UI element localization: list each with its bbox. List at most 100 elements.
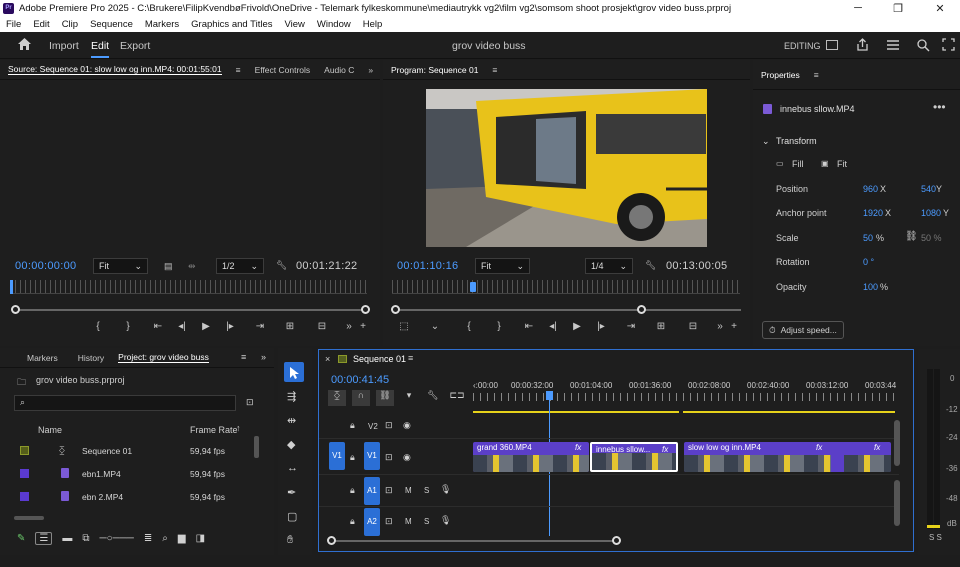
mute-button[interactable]: M bbox=[405, 486, 412, 495]
timeline-zoom-handle-right[interactable] bbox=[612, 536, 621, 545]
mark-out-icon[interactable]: } bbox=[110, 321, 146, 332]
insert-clip-icon[interactable]: ⊞ bbox=[278, 321, 302, 332]
more-tabs-icon[interactable]: » bbox=[261, 352, 266, 362]
hand-tool-icon[interactable]: ✋︎ bbox=[287, 534, 293, 547]
play-icon[interactable]: ▶ bbox=[565, 321, 589, 332]
snap-icon[interactable]: ∩ bbox=[352, 390, 370, 406]
share-icon[interactable] bbox=[856, 38, 869, 51]
list-item[interactable]: ebn1.MP4 59,94 fps bbox=[0, 463, 258, 486]
label-color-swatch[interactable] bbox=[20, 492, 29, 501]
new-bin-icon[interactable]: ▆ bbox=[178, 533, 186, 544]
timeline-timecode[interactable]: 00:00:41:45 bbox=[331, 374, 389, 386]
fit-icon[interactable]: ▣ bbox=[821, 159, 829, 168]
meter-solo-buttons[interactable]: S S bbox=[929, 533, 942, 542]
program-video-frame[interactable] bbox=[426, 89, 707, 247]
wrench-icon[interactable]: 🔧︎ bbox=[276, 260, 287, 271]
timeline-zoom-handle-left[interactable] bbox=[327, 536, 336, 545]
project-menu-icon[interactable]: ≡ bbox=[241, 352, 246, 362]
video-tracks-scrollbar[interactable] bbox=[894, 420, 900, 466]
track-a2-label[interactable]: A2 bbox=[364, 508, 380, 536]
go-to-in-icon[interactable]: ⇤ bbox=[146, 321, 170, 332]
safe-margins-icon[interactable]: ⬚ bbox=[395, 321, 413, 332]
sort-arrow-icon[interactable]: ↑ bbox=[236, 423, 241, 433]
search-help-icon[interactable] bbox=[916, 38, 930, 52]
fill-icon[interactable]: ▭ bbox=[776, 159, 784, 168]
slip-tool-icon[interactable]: ↔ bbox=[287, 462, 298, 474]
settings-toggle-icon[interactable]: ▤ bbox=[164, 261, 173, 272]
vertical-scrollbar[interactable] bbox=[254, 436, 259, 458]
scale-value[interactable]: 50 bbox=[863, 233, 873, 243]
track-select-tool-icon[interactable]: ⇶ bbox=[287, 390, 296, 403]
add-button-icon[interactable]: + bbox=[356, 321, 370, 332]
home-icon[interactable] bbox=[17, 37, 32, 51]
timeline-clip[interactable]: grand 360.MP4 fx bbox=[473, 442, 589, 472]
linked-selection-icon[interactable]: ⛓ bbox=[376, 390, 394, 406]
lock-icon[interactable]: 🔒︎ bbox=[350, 516, 355, 527]
program-zoom-bar[interactable] bbox=[395, 309, 741, 311]
project-search-input[interactable]: ⌕ bbox=[14, 395, 236, 411]
timeline-clip[interactable]: slow low og inn.MP4 fx fx bbox=[684, 442, 891, 472]
program-menu-icon[interactable]: ≡ bbox=[492, 65, 497, 75]
add-marker-icon[interactable]: ▾ bbox=[400, 390, 418, 406]
sync-lock-icon[interactable]: ⊡ bbox=[385, 516, 393, 527]
pen-tool-icon[interactable]: ✒ bbox=[287, 486, 296, 499]
microphone-icon[interactable]: 🎙︎ bbox=[440, 515, 451, 526]
link-icon[interactable]: ⛓︎ bbox=[905, 231, 918, 242]
ripple-edit-tool-icon[interactable]: ⇹ bbox=[287, 414, 296, 427]
program-timecode[interactable]: 00:01:10:16 bbox=[397, 260, 458, 272]
program-fit-select[interactable]: Fit ⌄ bbox=[475, 258, 530, 274]
wrench-icon[interactable]: 🔧︎ bbox=[424, 390, 442, 406]
program-zoom-handle-right[interactable] bbox=[637, 305, 646, 314]
fullscreen-icon[interactable] bbox=[942, 38, 955, 51]
close-sequence-icon[interactable]: × bbox=[325, 354, 330, 364]
tab-properties[interactable]: Properties bbox=[761, 70, 800, 80]
solo-button[interactable]: S bbox=[424, 517, 429, 526]
label-color-swatch[interactable] bbox=[20, 446, 29, 455]
program-resolution-select[interactable]: 1/4 ⌄ bbox=[585, 258, 633, 274]
go-to-out-icon[interactable]: ⇥ bbox=[242, 321, 278, 332]
selection-tool-icon[interactable] bbox=[284, 362, 304, 382]
list-item[interactable]: ⧰ Sequence 01 59,94 fps bbox=[0, 440, 258, 463]
minimize-icon[interactable]: ─ bbox=[838, 0, 878, 16]
list-item[interactable]: ebn 2.MP4 59,94 fps bbox=[0, 486, 258, 509]
sync-lock-icon[interactable]: ⊡ bbox=[385, 452, 393, 463]
edit-tab[interactable]: Edit bbox=[91, 40, 110, 58]
more-tabs-icon[interactable]: » bbox=[368, 65, 373, 75]
sync-lock-icon[interactable]: ⊡ bbox=[385, 485, 393, 496]
extract-icon[interactable]: ⊟ bbox=[673, 321, 713, 332]
program-playhead[interactable] bbox=[470, 282, 476, 292]
go-to-in-icon[interactable]: ⇤ bbox=[517, 321, 541, 332]
new-bin-icon[interactable]: ⊡ bbox=[246, 397, 254, 408]
mark-in-icon[interactable]: { bbox=[457, 321, 481, 332]
lock-icon[interactable]: 🔒︎ bbox=[350, 420, 355, 431]
fit-button[interactable]: Fit bbox=[837, 159, 847, 169]
freeform-view-icon[interactable]: ⧉ bbox=[82, 533, 89, 544]
menu-clip[interactable]: Clip bbox=[62, 19, 78, 30]
sync-lock-icon[interactable]: ⊡ bbox=[385, 420, 393, 431]
tab-markers[interactable]: Markers bbox=[27, 353, 58, 363]
track-v2-label[interactable]: V2 bbox=[368, 422, 378, 431]
step-back-icon[interactable]: ◂| bbox=[541, 321, 565, 332]
close-icon[interactable]: ✕ bbox=[920, 0, 960, 16]
panel-layout-icon[interactable] bbox=[826, 40, 838, 50]
timeline-zoom-bar[interactable] bbox=[332, 540, 619, 542]
eye-icon[interactable]: ◉ bbox=[403, 420, 411, 431]
source-zoom-bar[interactable] bbox=[15, 309, 366, 311]
tab-source[interactable]: Source: Sequence 01: slow low og inn.MP4… bbox=[8, 64, 222, 75]
properties-menu-icon[interactable]: ≡ bbox=[814, 70, 819, 80]
source-zoom-handle-right[interactable] bbox=[361, 305, 370, 314]
sort-icon[interactable]: ≣ bbox=[144, 533, 152, 544]
export-tab[interactable]: Export bbox=[120, 40, 150, 52]
lift-icon[interactable]: ⊞ bbox=[649, 321, 673, 332]
mark-out-icon[interactable]: } bbox=[481, 321, 517, 332]
source-time-ruler[interactable] bbox=[10, 280, 367, 294]
captions-icon[interactable]: ⊏⊐ bbox=[448, 390, 466, 406]
work-area-bar[interactable] bbox=[683, 411, 895, 413]
source-fit-select[interactable]: Fit ⌄ bbox=[93, 258, 148, 274]
rotation-value[interactable]: 0 ° bbox=[863, 257, 874, 267]
step-forward-icon[interactable]: |▸ bbox=[589, 321, 613, 332]
track-source-v1[interactable]: V1 bbox=[329, 442, 345, 470]
fill-button[interactable]: Fill bbox=[792, 159, 804, 169]
more-options-icon[interactable]: ••• bbox=[933, 100, 946, 114]
microphone-icon[interactable]: 🎙︎ bbox=[440, 484, 451, 495]
